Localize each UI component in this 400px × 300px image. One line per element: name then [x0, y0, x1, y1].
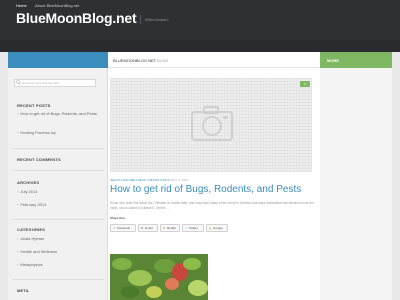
categories-title: CATEGORIES: [17, 227, 46, 232]
share-facebook-button[interactable]: f Facebook: [110, 224, 136, 232]
share-twitter-button[interactable]: t Twitter: [182, 224, 204, 232]
archive-item[interactable]: › February 2014: [17, 202, 46, 208]
recent-comments-title: RECENT COMMENTS: [17, 157, 61, 162]
nav-item-home[interactable]: Home: [16, 3, 27, 8]
comment-count-badge[interactable]: 0: [300, 81, 310, 87]
category-item[interactable]: › Metaphysics: [17, 262, 43, 268]
twitter-icon: t: [185, 226, 187, 230]
camera-icon: [190, 104, 234, 142]
post-meta: HEALTH AND WELLNESS / METAPHYSICS JULY 1…: [110, 178, 188, 182]
widget-divider: [12, 170, 104, 171]
post-thumbnail-leaves[interactable]: [110, 254, 208, 300]
site-title[interactable]: BlueMoonBlog.net: [16, 10, 137, 26]
post-excerpt: Some who read this follow the Christian …: [110, 201, 314, 210]
category-item[interactable]: › Health and Wellness: [17, 249, 57, 255]
widget-divider: [12, 279, 104, 280]
main-header-title: BLUEMOONBLOG.NET BLOG: [113, 58, 169, 63]
meta-title: META: [17, 288, 29, 293]
recent-posts-title: RECENT POSTS: [17, 103, 51, 108]
widget-divider: [12, 219, 104, 220]
left-sidebar-header-bar: [8, 52, 108, 68]
post-categories[interactable]: HEALTH AND WELLNESS / METAPHYSICS: [110, 178, 170, 182]
search-placeholder: To search type and hit enter: [22, 81, 60, 85]
post-date: JULY 1, 2014: [170, 178, 189, 182]
recent-post-item[interactable]: › Healing Process Icy: [17, 130, 56, 136]
category-item[interactable]: › Acala Hyman: [17, 236, 44, 242]
google-icon: g: [209, 226, 211, 230]
share-reddit-button[interactable]: ● Reddit: [160, 224, 180, 232]
right-sidebar-toggle-label: MORE: [327, 58, 339, 63]
share-google-button[interactable]: g Google: [206, 224, 228, 232]
share-email-button[interactable]: ✉ Email: [138, 224, 158, 232]
post-title[interactable]: How to get rid of Bugs, Rodents, and Pes…: [110, 184, 315, 196]
widget-divider: [12, 148, 104, 149]
facebook-icon: f: [113, 226, 115, 230]
main-nav: [0, 40, 400, 52]
right-sidebar: [320, 68, 392, 300]
email-icon: ✉: [140, 226, 144, 230]
archive-item[interactable]: › July 2014: [17, 189, 37, 195]
share-label: Share this:: [110, 216, 126, 220]
recent-post-item[interactable]: › How to get rid of Bugs, Rodents, and Pe…: [17, 111, 99, 117]
archives-title: ARCHIVES: [17, 180, 40, 185]
site-tagline: Who Knows?: [140, 15, 173, 24]
reddit-icon: ●: [163, 226, 165, 230]
search-icon: [16, 80, 21, 85]
nav-item-about[interactable]: About BlueMoonBlog.net: [35, 3, 79, 8]
